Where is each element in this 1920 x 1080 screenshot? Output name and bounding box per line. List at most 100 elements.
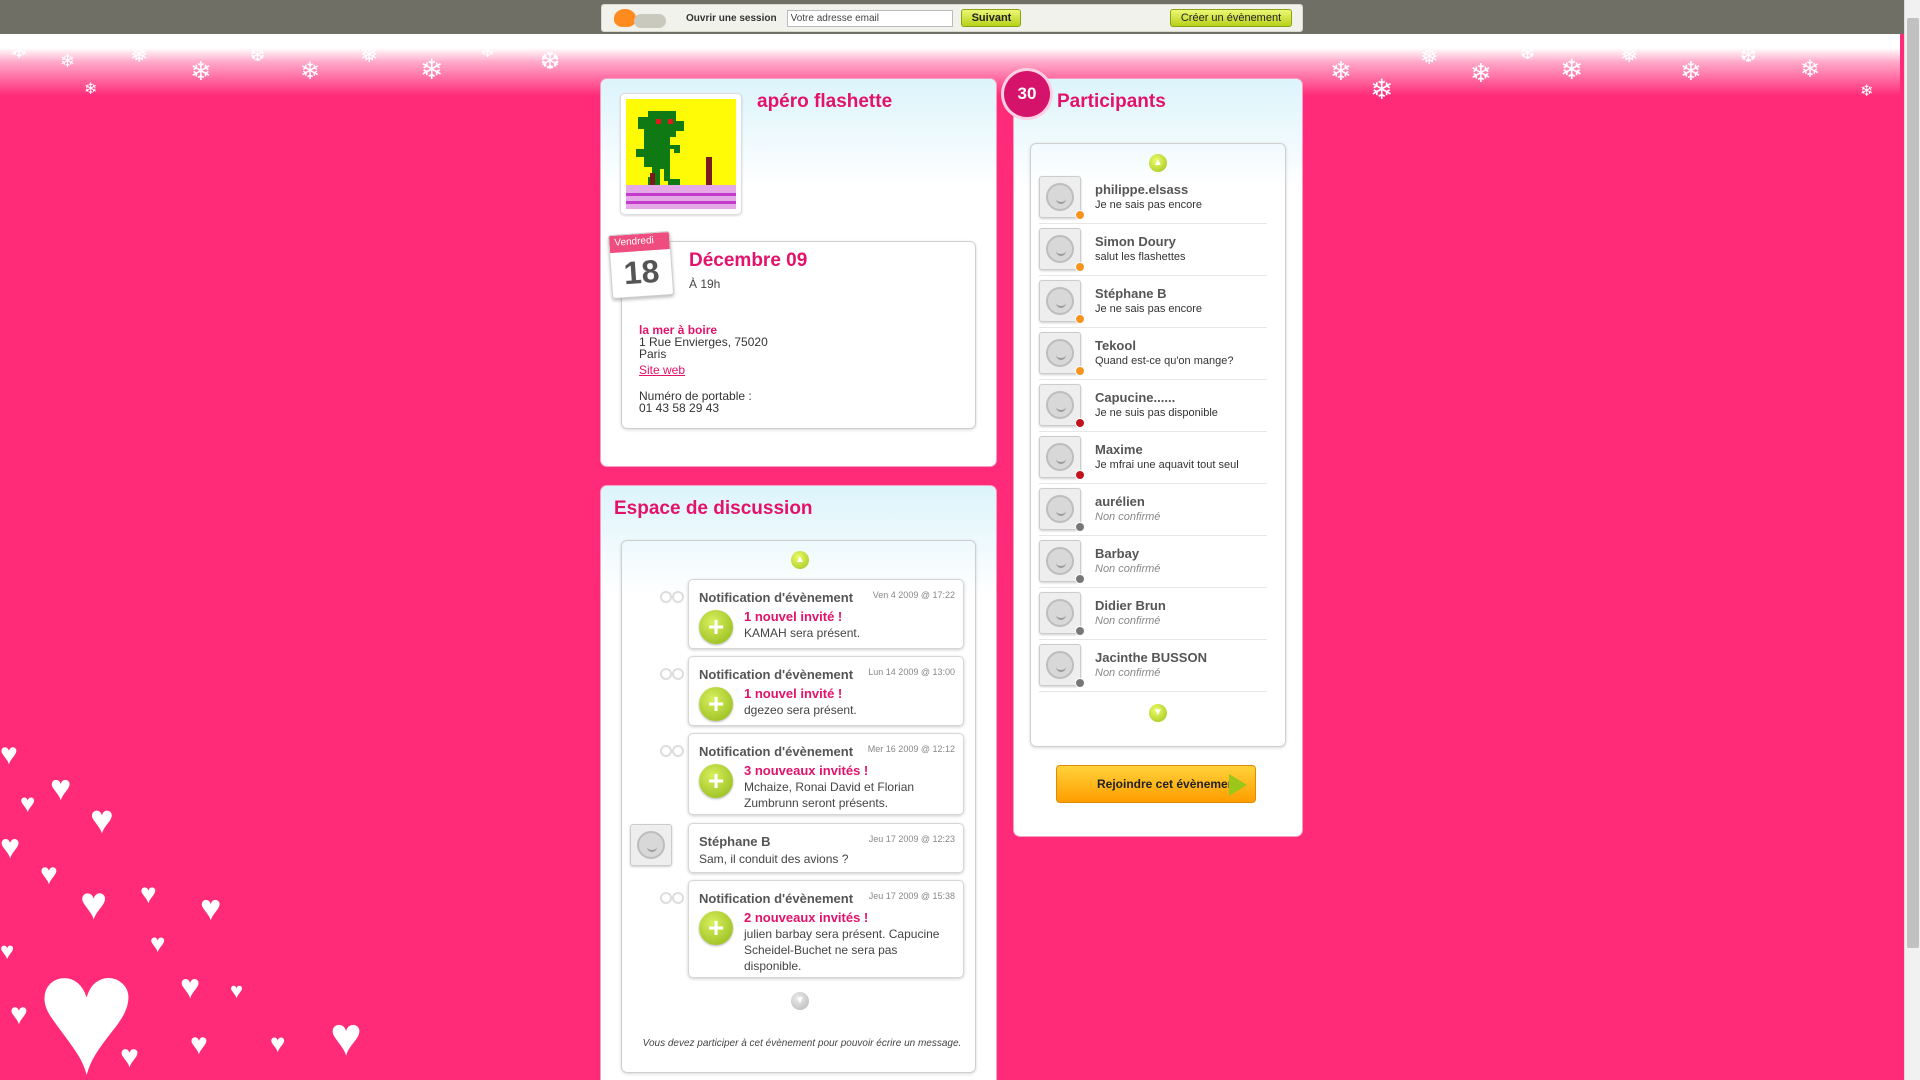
participant-name[interactable]: Didier Brun [1095, 598, 1166, 613]
participant-row[interactable]: aurélien Non confirmé [1039, 484, 1267, 536]
chain-icon [660, 892, 686, 904]
heart-icon: ♥ [190, 1028, 208, 1061]
discussion-footer-note: Vous devez participer à cet évènement po… [642, 1038, 962, 1049]
message-body: KAMAH sera présent. [744, 626, 861, 640]
create-event-button[interactable]: Créer un évènement [1170, 9, 1292, 27]
chain-icon [660, 745, 686, 757]
add-icon: + [699, 764, 733, 798]
snowflake-icon: ❄ [1370, 74, 1394, 105]
status-dot [1075, 366, 1085, 376]
participant-name[interactable]: aurélien [1095, 494, 1145, 509]
participant-row[interactable]: Stéphane B Je ne sais pas encore [1039, 276, 1267, 328]
event-month: Décembre 09 [689, 250, 808, 271]
event-time: À 19h [689, 277, 721, 291]
status-dot [1075, 470, 1085, 480]
participant-row[interactable]: Simon Doury salut les flashettes [1039, 224, 1267, 276]
status-dot [1075, 678, 1085, 688]
snowflake-icon: ❄ [1330, 56, 1352, 86]
message-date: Ven 4 2009 @ 17:22 [872, 590, 955, 600]
page-scrollbar[interactable] [1904, 0, 1920, 1080]
chain-icon [660, 668, 686, 680]
participant-name[interactable]: Maxime [1095, 442, 1143, 457]
status-dot [1075, 314, 1085, 324]
participant-name[interactable]: philippe.elsass [1095, 182, 1188, 197]
snowflake-icon: ❄ [84, 81, 98, 98]
scroll-up-icon[interactable]: ▲ [1149, 154, 1167, 172]
message-date: Lun 14 2009 @ 13:00 [868, 667, 955, 677]
snowflake-icon: ❄ [1560, 54, 1584, 85]
heart-icon: ♥ [140, 878, 157, 909]
snowflake-icon: ❆ [1520, 43, 1536, 63]
message-text: Sam, il conduit des avions ? [699, 852, 849, 866]
participant-row[interactable]: Barbay Non confirmé [1039, 536, 1267, 588]
participant-row[interactable]: Didier Brun Non confirmé [1039, 588, 1267, 640]
join-button-label: Rejoindre cet évènement [1097, 777, 1240, 791]
phone-number: 01 43 58 29 43 [639, 401, 720, 415]
participant-row[interactable]: philippe.elsass Je ne sais pas encore [1039, 172, 1267, 224]
snowflake-icon: ❆ [1740, 45, 1757, 67]
participant-status: Je mfrai une aquavit tout seul [1095, 459, 1239, 471]
login-bar: Ouvrir une session Suivant Créer un évèn… [601, 4, 1303, 32]
message-author: Notification d'évènement [699, 744, 854, 759]
scroll-up-icon[interactable]: ▲ [791, 551, 809, 569]
participant-row[interactable]: Maxime Je mfrai une aquavit tout seul [1039, 432, 1267, 484]
participant-name[interactable]: Barbay [1095, 546, 1139, 561]
status-dot [1075, 574, 1085, 584]
discussion-title: Espace de discussion [614, 498, 813, 519]
message-headline: 2 nouveaux invités ! [744, 910, 869, 925]
participant-row[interactable]: Capucine...... Je ne suis pas disponible [1039, 380, 1267, 432]
next-button[interactable]: Suivant [960, 9, 1021, 27]
discussion-message: Notification d'évènement Mer 16 2009 @ 1… [688, 733, 964, 815]
participant-status: Non confirmé [1095, 615, 1161, 627]
heart-icon: ♥ [10, 998, 28, 1031]
snowflake-icon: ❄ [60, 51, 76, 71]
snowflake-icon: ❅ [1620, 42, 1639, 67]
heart-icon: ♥ [120, 1038, 139, 1074]
snowflake-icon: ❄ [1680, 56, 1702, 86]
snowflake-icon: ❄ [300, 58, 321, 85]
heart-icon: ♥ [50, 767, 72, 808]
heart-icon: ♥ [150, 928, 166, 958]
message-headline: 1 nouvel invité ! [744, 686, 843, 701]
participant-name[interactable]: Simon Doury [1095, 234, 1176, 249]
discussion-message: Notification d'évènement Lun 14 2009 @ 1… [688, 656, 964, 726]
message-author: Notification d'évènement [699, 891, 854, 906]
snowflake-icon: ❄ [420, 54, 444, 85]
avatar[interactable] [630, 824, 672, 866]
status-dot [1075, 210, 1085, 220]
discussion-message: Notification d'évènement Ven 4 2009 @ 17… [688, 579, 964, 649]
snowflake-icon: ❄ [1860, 83, 1874, 100]
scrollbar-thumb[interactable] [1907, 18, 1919, 948]
participants-panel: 30 Participants ▲ philippe.elsass Je ne s… [1004, 71, 1302, 836]
participant-name[interactable]: Stéphane B [1095, 286, 1167, 301]
participant-status: Je ne suis pas disponible [1095, 407, 1218, 419]
snowflake-icon: ❅ [1420, 44, 1439, 69]
participant-row[interactable]: Jacinthe BUSSON Non confirmé [1039, 640, 1267, 692]
scroll-down-icon[interactable]: ▼ [791, 992, 809, 1010]
heart-icon: ♥ [270, 1028, 286, 1058]
participant-status: Je ne sais pas encore [1095, 303, 1203, 315]
heart-icon: ♥ [180, 968, 201, 1006]
event-picture [626, 99, 736, 209]
calendar-day-number: 18 [622, 252, 661, 292]
heart-icon: ♥ [90, 798, 114, 842]
email-field[interactable] [786, 9, 953, 27]
snowflake-icon: ❄ [190, 56, 212, 86]
site-logo[interactable] [604, 6, 672, 30]
website-link[interactable]: Site web [639, 363, 685, 377]
status-dot [1075, 418, 1085, 428]
join-event-button[interactable]: Rejoindre cet évènement [1056, 765, 1256, 803]
add-icon: + [699, 687, 733, 721]
top-bar: Ouvrir une session Suivant Créer un évèn… [0, 0, 1920, 34]
discussion-message: Stéphane B Jeu 17 2009 @ 12:23 Sam, il c… [688, 823, 964, 873]
heart-icon: ♥ [200, 887, 222, 928]
participant-count-badge: 30 [1004, 71, 1050, 117]
event-image [620, 93, 742, 215]
snowflake-icon: ❄ [10, 38, 29, 63]
scroll-down-icon[interactable]: ▼ [1149, 704, 1167, 722]
participant-row[interactable]: Tekool Quand est-ce qu'on mange? [1039, 328, 1267, 380]
participant-name[interactable]: Jacinthe BUSSON [1095, 650, 1207, 665]
chain-icon [660, 591, 686, 603]
participant-name[interactable]: Tekool [1095, 338, 1136, 353]
participant-name[interactable]: Capucine...... [1095, 390, 1175, 405]
